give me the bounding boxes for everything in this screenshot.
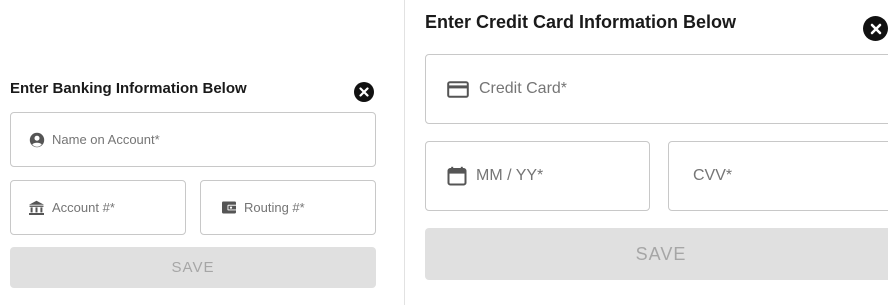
banking-title: Enter Banking Information Below: [10, 80, 247, 97]
calendar-icon: [447, 166, 467, 186]
routing-number-placeholder: Routing #*: [244, 200, 305, 215]
credit-card-title: Enter Credit Card Information Below: [425, 12, 737, 32]
banking-close-button[interactable]: [354, 82, 374, 102]
credit-card-placeholder: Credit Card*: [479, 80, 568, 97]
close-icon: [359, 87, 369, 97]
account-number-field[interactable]: Account #*: [10, 180, 186, 235]
close-icon: [870, 23, 881, 34]
cvv-placeholder: CVV*: [693, 167, 733, 184]
bank-icon: [28, 200, 45, 216]
expiry-date-placeholder: MM / YY*: [476, 167, 544, 184]
name-on-account-field[interactable]: Name on Account*: [10, 112, 376, 167]
name-on-account-placeholder: Name on Account*: [52, 132, 160, 147]
routing-number-field[interactable]: Routing #*: [200, 180, 376, 235]
account-number-placeholder: Account #*: [52, 200, 115, 215]
credit-card-close-button[interactable]: [863, 16, 888, 41]
credit-card-number-field[interactable]: Credit Card*: [425, 54, 888, 124]
banking-save-button[interactable]: SAVE: [10, 247, 376, 288]
credit-card-icon: [447, 80, 469, 98]
wallet-icon: [221, 200, 237, 215]
panel-divider: [404, 0, 405, 305]
cvv-field[interactable]: CVV*: [668, 141, 888, 211]
expiry-date-field[interactable]: MM / YY*: [425, 141, 650, 211]
credit-card-save-button[interactable]: SAVE: [425, 228, 888, 280]
account-circle-icon: [29, 132, 45, 148]
